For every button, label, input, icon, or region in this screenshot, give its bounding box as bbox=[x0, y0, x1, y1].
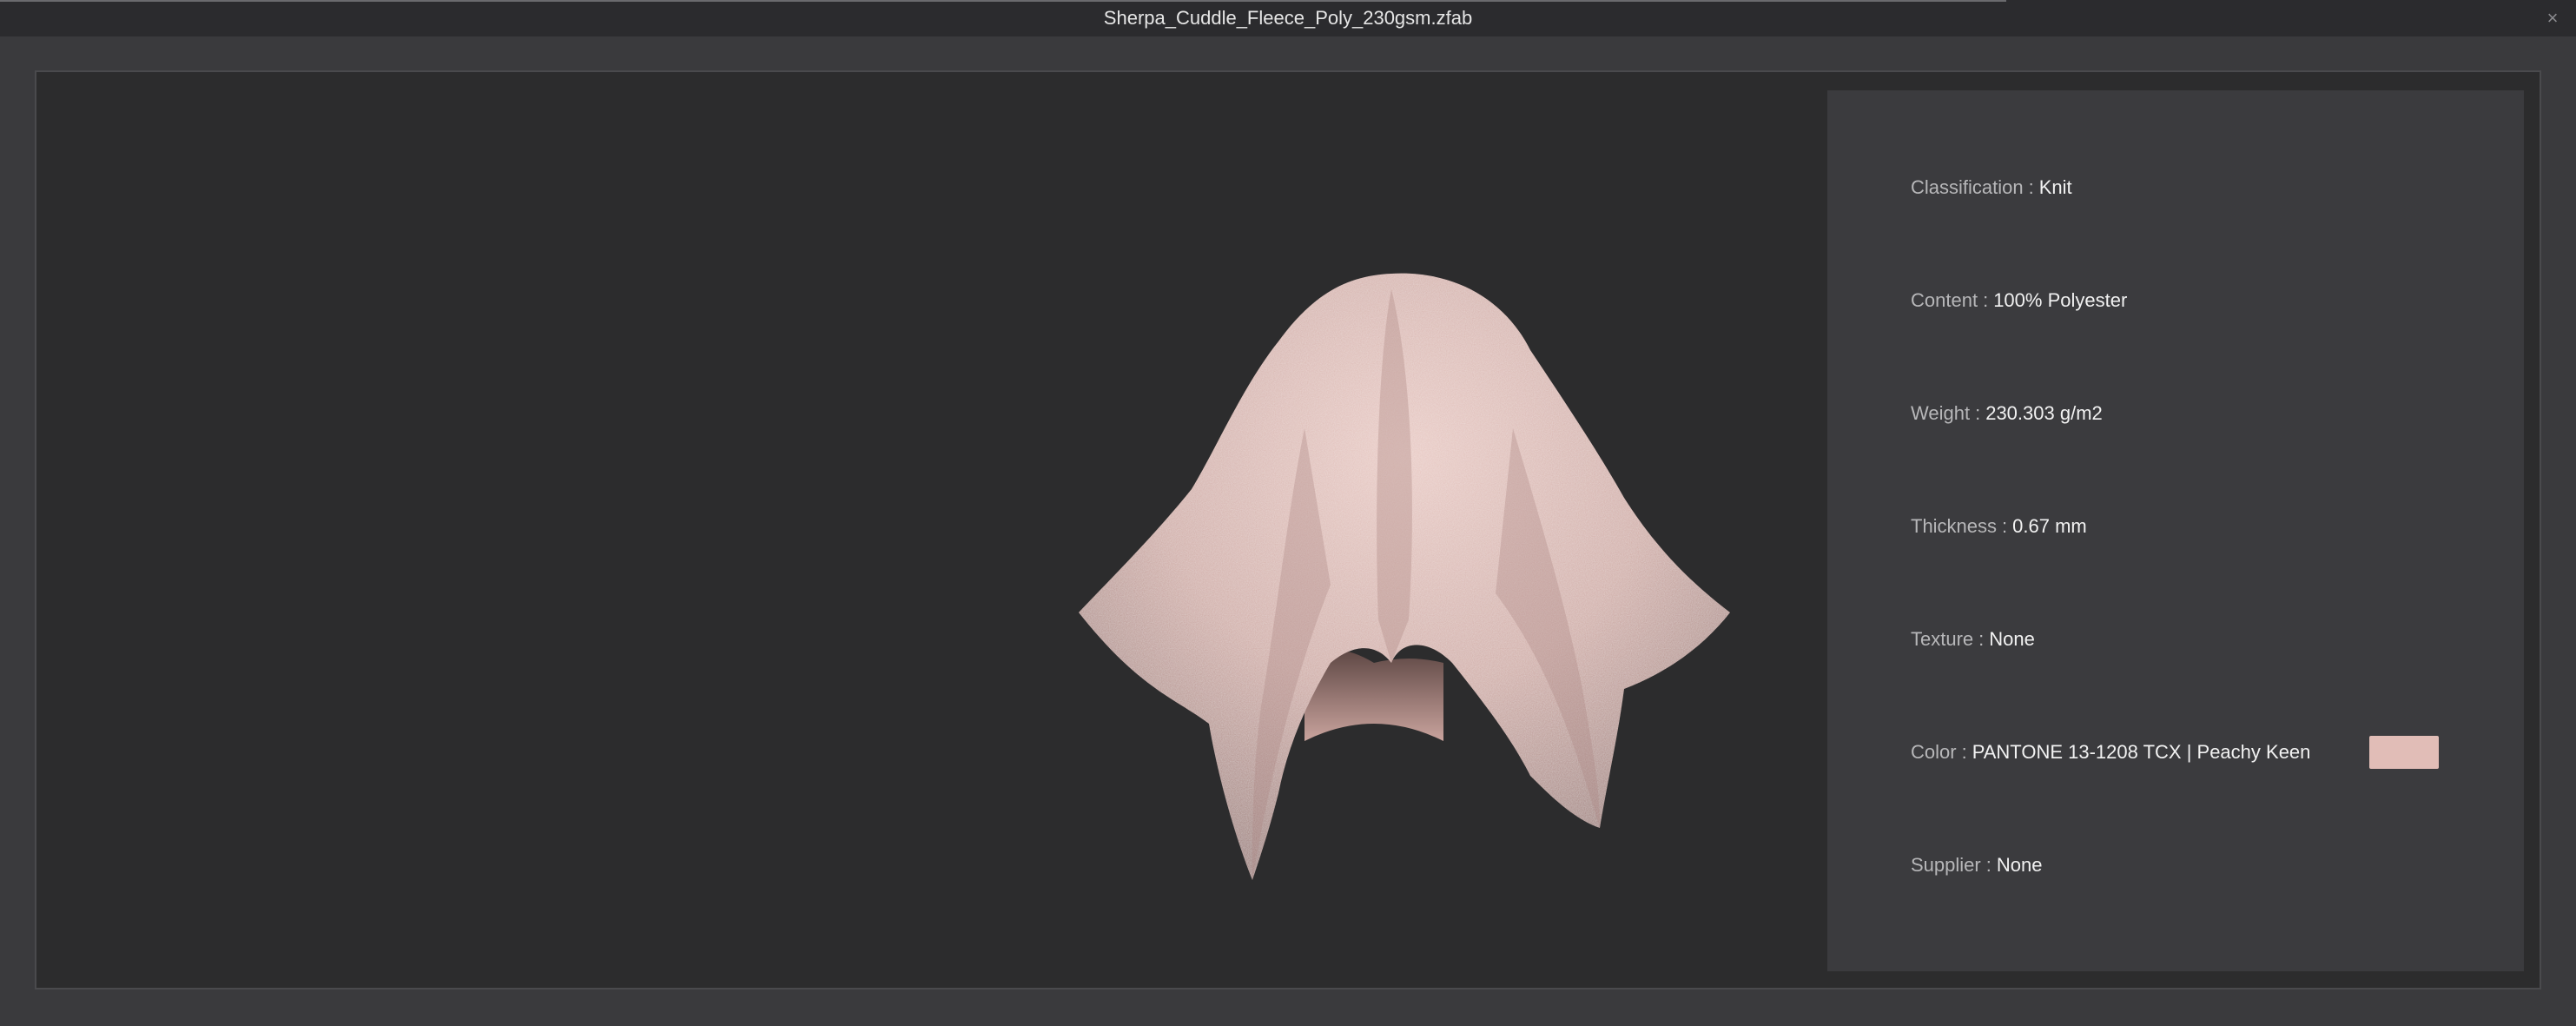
supplier-label: Supplier bbox=[1911, 854, 1981, 876]
title-bar[interactable]: Sherpa_Cuddle_Fleece_Poly_230gsm.zfab × bbox=[0, 0, 2576, 36]
fabric-3d-viewport[interactable] bbox=[36, 72, 1826, 988]
weight-label: Weight bbox=[1911, 402, 1971, 424]
info-row-thickness: Thickness:0.67 mm bbox=[1911, 513, 2087, 539]
info-row-supplier: Supplier: None bbox=[1911, 852, 2042, 878]
info-row-texture: Texture: None bbox=[1911, 626, 2035, 652]
fabric-info-panel: Classification: Knit Content:100% Polyest… bbox=[1827, 90, 2524, 971]
title-bar-accent-line bbox=[0, 0, 2006, 2]
content-label: Content bbox=[1911, 289, 1978, 311]
info-row-classification: Classification: Knit bbox=[1911, 175, 2072, 201]
close-icon[interactable]: × bbox=[2541, 7, 2564, 30]
info-row-color: Color: PANTONE 13-1208 TCX | Peachy Keen bbox=[1911, 739, 2310, 765]
classification-value: Knit bbox=[2038, 176, 2072, 198]
content-value: 100% Polyester bbox=[1993, 289, 2128, 311]
color-label: Color bbox=[1911, 741, 1957, 763]
separator: : bbox=[2002, 515, 2008, 537]
separator: : bbox=[1975, 402, 1981, 424]
classification-label: Classification bbox=[1911, 176, 2024, 198]
info-row-weight: Weight:230.303 g/m2 bbox=[1911, 400, 2103, 427]
separator: : bbox=[1978, 628, 1985, 650]
thickness-label: Thickness bbox=[1911, 515, 1998, 537]
supplier-value: None bbox=[1996, 854, 2043, 876]
color-value: PANTONE 13-1208 TCX | Peachy Keen bbox=[1972, 741, 2311, 763]
info-row-content: Content:100% Polyester bbox=[1911, 288, 2127, 314]
texture-label: Texture bbox=[1911, 628, 1974, 650]
color-swatch bbox=[2369, 736, 2439, 769]
separator: : bbox=[1961, 741, 1967, 763]
fabric-viewer-window: Sherpa_Cuddle_Fleece_Poly_230gsm.zfab × bbox=[0, 0, 2576, 1026]
thickness-value: 0.67 mm bbox=[2012, 515, 2087, 537]
weight-value: 230.303 g/m2 bbox=[1985, 402, 2103, 424]
draped-fabric-preview bbox=[1079, 273, 1730, 880]
viewer-frame: Classification: Knit Content:100% Polyest… bbox=[35, 70, 2541, 990]
texture-value: None bbox=[1989, 628, 2035, 650]
separator: : bbox=[1983, 289, 1989, 311]
separator: : bbox=[1985, 854, 1991, 876]
window-title: Sherpa_Cuddle_Fleece_Poly_230gsm.zfab bbox=[1103, 7, 1473, 29]
separator: : bbox=[2028, 176, 2034, 198]
